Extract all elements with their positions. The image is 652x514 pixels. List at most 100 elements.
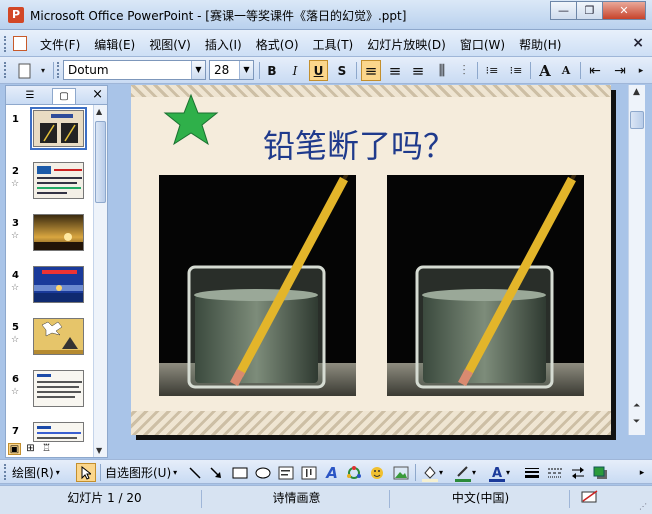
slide-sorter-icon[interactable]: ⊞ — [24, 443, 37, 455]
decrease-font-button[interactable]: A — [557, 60, 575, 81]
normal-view-icon[interactable]: ▣ — [8, 443, 21, 455]
line-style-icon[interactable] — [523, 463, 541, 482]
rectangle-icon[interactable] — [231, 463, 249, 482]
line-color-button[interactable]: ▾ — [454, 463, 482, 482]
design-template-name[interactable]: 诗情画意 — [204, 490, 390, 508]
thumbnail-image — [33, 422, 84, 442]
increase-indent-button[interactable]: ⇥ — [610, 60, 630, 81]
scroll-down-icon[interactable]: ▼ — [96, 446, 102, 455]
document-close-button[interactable]: × — [632, 35, 644, 51]
menu-tools[interactable]: 工具(T) — [313, 36, 354, 53]
scroll-up-icon[interactable]: ▲ — [633, 87, 640, 97]
decrease-indent-button[interactable]: ⇤ — [585, 60, 605, 81]
insert-picture-icon[interactable] — [392, 463, 410, 482]
underline-button[interactable]: U — [309, 60, 328, 81]
language-indicator[interactable]: 中文(中国) — [392, 490, 570, 508]
scrollbar-thumb[interactable] — [630, 111, 644, 129]
menu-window[interactable]: 窗口(W) — [460, 36, 505, 53]
menu-slideshow[interactable]: 幻灯片放映(D) — [367, 36, 446, 53]
increase-font-button[interactable]: A — [535, 60, 555, 81]
vertical-textbox-icon[interactable] — [300, 463, 318, 482]
title-bar: P Microsoft Office PowerPoint - [赛课一等奖课件… — [0, 0, 652, 30]
scrollbar-thumb[interactable] — [95, 121, 106, 203]
slide-title[interactable]: 铅笔断了吗？ — [263, 121, 455, 167]
thumbnail-slide-2[interactable]: 2 ☆ — [6, 162, 94, 214]
new-slide-icon[interactable] — [14, 60, 36, 81]
thumbnail-slide-5[interactable]: 5 ☆ — [6, 318, 94, 370]
italic-button[interactable]: I — [286, 60, 304, 81]
toolbar-grip[interactable] — [4, 62, 7, 78]
thumbnail-image — [33, 318, 84, 355]
diagram-icon[interactable] — [345, 463, 363, 482]
spelling-check-icon[interactable] — [575, 490, 605, 508]
toolbar-separator — [580, 62, 581, 79]
chevron-down-icon[interactable]: ▾ — [38, 60, 48, 81]
clipart-icon[interactable] — [368, 463, 386, 482]
arrow-icon[interactable] — [208, 463, 224, 482]
font-size-select[interactable]: 28 ▼ — [209, 60, 254, 80]
panel-close-icon[interactable]: × — [92, 87, 103, 102]
draw-menu-label: 绘图(R) — [12, 466, 54, 480]
numbering-button[interactable]: ⁝≡ — [482, 60, 502, 81]
autoshapes-button[interactable]: 自选图形(U) ▾ — [105, 463, 177, 482]
current-slide[interactable]: 铅笔断了吗？ — [131, 85, 611, 435]
toolbar-grip-2[interactable] — [57, 62, 60, 78]
toolbar-options-icon[interactable]: ▸ — [636, 463, 648, 482]
thumbnail-slide-6[interactable]: 6 ☆ — [6, 370, 94, 422]
pencil-in-beaker-photo-left[interactable] — [159, 175, 356, 396]
menu-view[interactable]: 视图(V) — [149, 36, 191, 53]
font-color-button[interactable]: A ▾ — [488, 463, 516, 482]
menu-format[interactable]: 格式(O) — [256, 36, 299, 53]
autoshapes-label: 自选图形(U) — [105, 466, 172, 480]
slide-scrollbar[interactable]: ▲ ⏶ ⏷ — [628, 85, 645, 435]
previous-slide-icon[interactable]: ⏶ — [633, 401, 640, 411]
line-icon[interactable] — [187, 463, 203, 482]
restore-button[interactable]: ❐ — [576, 1, 603, 20]
align-left-button[interactable]: ≡ — [361, 60, 381, 81]
font-name-select[interactable]: Dotum ▼ — [63, 60, 206, 80]
powerpoint-app-icon[interactable]: P — [8, 7, 24, 23]
tab-outline[interactable]: ☰ — [18, 88, 42, 104]
oval-icon[interactable] — [254, 463, 272, 482]
document-icon[interactable] — [13, 36, 27, 51]
select-objects-icon[interactable] — [76, 463, 96, 482]
shadow-button[interactable]: S — [333, 60, 351, 81]
shadow-style-icon[interactable] — [592, 463, 610, 482]
bullets-button[interactable]: ⁝≡ — [506, 60, 526, 81]
thumbnail-scrollbar[interactable]: ▲ ▼ — [93, 105, 107, 457]
menu-grip[interactable] — [4, 36, 7, 52]
menu-edit[interactable]: 编辑(E) — [94, 36, 135, 53]
toolbar-options-icon[interactable]: ▸ — [635, 60, 647, 81]
chevron-down-icon[interactable]: ▼ — [191, 61, 205, 79]
center-button[interactable]: ≡ — [385, 60, 405, 81]
chevron-down-icon[interactable]: ▼ — [239, 61, 253, 79]
close-button[interactable]: ✕ — [602, 1, 646, 20]
dash-style-icon[interactable] — [546, 463, 564, 482]
distribute-button[interactable]: ⫼ — [432, 60, 452, 81]
pencil-in-beaker-photo-right[interactable] — [387, 175, 584, 396]
star-shape[interactable] — [163, 93, 219, 147]
vertical-text-icon[interactable]: ⫶ — [455, 60, 473, 81]
slideshow-icon[interactable]: ♖ — [40, 443, 53, 455]
textbox-icon[interactable] — [277, 463, 295, 482]
arrow-style-icon[interactable] — [569, 463, 587, 482]
resize-grip-icon[interactable]: ⋰ — [639, 502, 649, 512]
next-slide-icon[interactable]: ⏷ — [633, 417, 640, 427]
menu-file[interactable]: 文件(F) — [40, 36, 80, 53]
draw-menu-button[interactable]: 绘图(R) ▾ — [12, 463, 60, 482]
menu-insert[interactable]: 插入(I) — [205, 36, 242, 53]
thumbnail-slide-4[interactable]: 4 ☆ — [6, 266, 94, 318]
bold-button[interactable]: B — [263, 60, 281, 81]
thumbnail-slide-3[interactable]: 3 ☆ — [6, 214, 94, 266]
wordart-icon[interactable]: A — [323, 463, 341, 482]
tab-slides[interactable]: ▢ — [52, 88, 76, 104]
thumbnail-slide-1[interactable]: 1 — [6, 107, 94, 162]
menu-help[interactable]: 帮助(H) — [519, 36, 561, 53]
scroll-up-icon[interactable]: ▲ — [96, 107, 102, 116]
align-right-button[interactable]: ≡ — [408, 60, 428, 81]
thumbnail-image — [30, 107, 87, 150]
font-size-value: 28 — [214, 63, 230, 77]
toolbar-grip[interactable] — [4, 464, 7, 480]
fill-color-button[interactable]: ▾ — [421, 463, 449, 482]
minimize-button[interactable]: — — [550, 1, 577, 20]
